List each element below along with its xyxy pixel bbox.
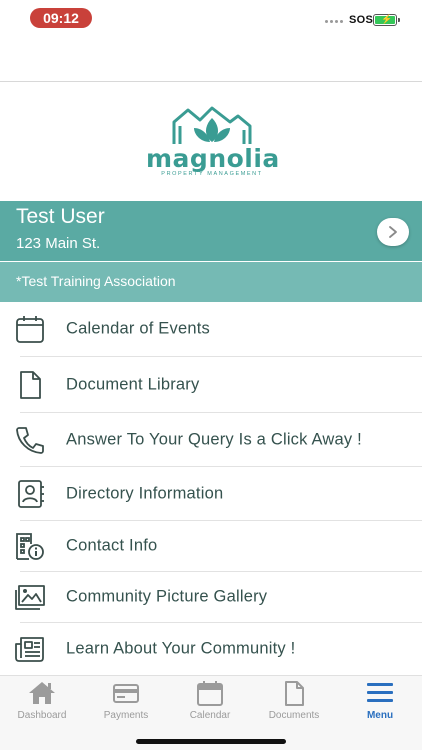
house-lotus-icon	[172, 106, 252, 144]
gallery-icon	[15, 585, 45, 610]
tab-label: Calendar	[189, 710, 231, 721]
menu-item-label: Document Library	[66, 375, 200, 393]
signal-icon	[325, 20, 343, 23]
phone-icon	[16, 426, 44, 454]
menu-item-document-library[interactable]: Document Library	[0, 357, 422, 412]
document-icon	[285, 681, 304, 706]
menu-item-community-picture-gallery[interactable]: Community Picture Gallery	[0, 572, 422, 622]
menu-item-label: Calendar of Events	[66, 319, 210, 338]
hamburger-menu-icon	[367, 683, 393, 702]
profile-chevron-button[interactable]	[377, 218, 409, 246]
tab-menu[interactable]: Menu	[338, 676, 422, 724]
chevron-right-icon	[389, 226, 397, 238]
document-icon	[20, 370, 41, 399]
user-address: 123 Main St.	[16, 235, 101, 252]
menu-item-answer-query[interactable]: Answer To Your Query Is a Click Away !	[0, 413, 422, 466]
home-icon	[29, 682, 55, 704]
battery-icon: ⚡	[373, 14, 397, 26]
status-time: 09:12	[30, 8, 92, 28]
user-name: Test User	[16, 205, 105, 228]
tab-label: Menu	[366, 710, 394, 721]
tab-dashboard[interactable]: Dashboard	[0, 676, 84, 724]
tab-label: Documents	[268, 710, 320, 721]
header-divider	[0, 81, 422, 82]
menu-item-directory-information[interactable]: Directory Information	[0, 467, 422, 520]
status-bar: 09:12 SOS ⚡	[0, 0, 422, 40]
tab-documents[interactable]: Documents	[252, 676, 336, 724]
building-info-icon	[16, 533, 44, 560]
menu-item-label: Directory Information	[66, 484, 224, 502]
menu-item-label: Contact Info	[66, 536, 158, 555]
credit-card-icon	[113, 684, 139, 703]
logo-wordmark: magnolia	[146, 144, 280, 173]
magnolia-logo: magnolia PROPERTY MANAGEMENT	[146, 104, 280, 180]
menu-item-learn-about-community[interactable]: Learn About Your Community !	[0, 623, 422, 675]
tab-calendar[interactable]: Calendar	[168, 676, 252, 724]
menu-item-label: Learn About Your Community !	[66, 639, 296, 658]
menu-item-contact-info[interactable]: Contact Info	[0, 521, 422, 571]
association-name: *Test Training Association	[16, 273, 176, 289]
tab-label: Payments	[103, 710, 149, 721]
tab-label: Dashboard	[17, 710, 67, 721]
contact-book-icon	[18, 479, 44, 508]
calendar-icon	[197, 681, 223, 706]
menu-item-label: Answer To Your Query Is a Click Away !	[66, 430, 362, 448]
battery-tip	[398, 18, 400, 22]
newspaper-icon	[15, 637, 44, 662]
tab-payments[interactable]: Payments	[84, 676, 168, 724]
menu-item-calendar-of-events[interactable]: Calendar of Events	[0, 302, 422, 356]
status-carrier: SOS	[349, 14, 374, 26]
logo-subtitle: PROPERTY MANAGEMENT	[161, 171, 263, 177]
calendar-icon	[16, 316, 44, 343]
home-indicator[interactable]	[136, 739, 286, 744]
menu-item-label: Community Picture Gallery	[66, 587, 268, 606]
